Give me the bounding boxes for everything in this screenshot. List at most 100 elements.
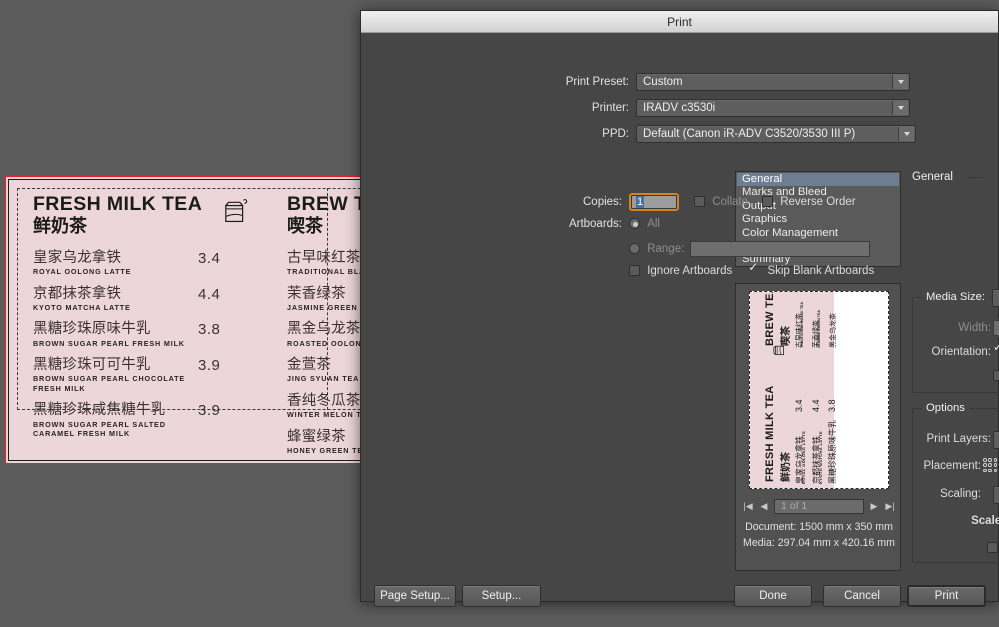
print-dialog[interactable]: Print Print Preset: Custom Printer: IRAD…: [360, 10, 999, 607]
range-radio-button[interactable]: [629, 243, 640, 254]
range-label: Range:: [647, 243, 685, 255]
chevron-down-icon[interactable]: [898, 127, 914, 141]
transverse-checkbox[interactable]: Transverse: [993, 370, 999, 382]
chevron-down-icon[interactable]: [892, 75, 908, 89]
print-preset-label: Print Preset:: [565, 76, 629, 88]
reverse-order-box[interactable]: [762, 196, 774, 207]
print-preset-value: Custom: [643, 76, 683, 88]
ignore-artboards-label: Ignore Artboards: [647, 265, 733, 277]
reverse-order-label: Reverse Order: [780, 196, 856, 208]
dialog-button-row: Page Setup... Setup... Done Cancel Print: [361, 585, 998, 615]
preview-heading-cn: 鲜奶茶: [781, 452, 792, 482]
menu-item-en: KYOTO MATCHA LATTE: [33, 302, 131, 312]
tile-range-box[interactable]: [987, 542, 998, 553]
preview-page-navigation[interactable]: |◀ ◀ 1 of 1 ▶ ▶|: [742, 497, 896, 515]
all-label: All: [647, 218, 660, 230]
ppd-value: Default (Canon iR-ADV C3520/3530 III P): [643, 128, 856, 140]
preview-size-info: Document: 1500 mm x 350 mm Media: 297.04…: [740, 520, 898, 552]
menu-item-en: BROWN SUGAR PEARL SALTED CARAMEL FRESH M…: [33, 419, 166, 439]
menu-item-price: 3.9: [198, 357, 221, 375]
section-item-general[interactable]: General: [737, 173, 899, 187]
menu-item-price: 3.8: [198, 321, 221, 339]
placement-label: Placement:: [923, 460, 981, 472]
print-button[interactable]: Print: [907, 585, 986, 607]
skip-blank-artboards-box[interactable]: [748, 261, 759, 276]
print-preset-select[interactable]: Custom: [636, 73, 910, 91]
menu-item-cn: 黑糖珍珠咸焦糖牛乳: [33, 402, 166, 419]
menu-item: 皇家乌龙拿铁 ROYAL OOLONG LATTE 3.4: [33, 250, 283, 277]
general-divider: [966, 177, 982, 178]
menu-item: 黑糖珍珠可可牛乳 BROWN SUGAR PEARL CHOCOLATE FRE…: [33, 357, 283, 393]
auto-rotate-checkbox[interactable]: Auto-Rotate: [993, 341, 999, 357]
all-radio-button[interactable]: [629, 218, 640, 229]
preview-item-en-2: TRADITIONAL BLACK TEA: [800, 301, 804, 348]
copies-label: Copies:: [583, 196, 622, 208]
auto-rotate-box[interactable]: [993, 341, 999, 356]
chevron-down-icon[interactable]: [892, 101, 908, 115]
skip-blank-artboards-label: Skip Blank Artboards: [767, 265, 875, 277]
artboards-label: Artboards:: [568, 218, 622, 230]
width-input[interactable]: 297.0389 mm: [993, 316, 999, 340]
preview-heading-en: FRESH MILK TEA: [764, 385, 776, 482]
menu-item-cn: 黑糖珍珠可可牛乳: [33, 357, 151, 374]
preview-item-en: KYOTO MATCHA LATTE: [818, 430, 823, 484]
scaling-select[interactable]: Do Not Scale: [993, 486, 999, 504]
media-value: 297.04 mm x 420.16 mm: [777, 536, 895, 549]
menu-column-fresh-milk-tea: FRESH MILK TEA 鲜奶茶 皇家乌龙拿铁 ROYAL OOLONG L…: [33, 194, 283, 448]
skip-blank-artboards-checkbox[interactable]: Skip Blank Artboards: [748, 261, 875, 277]
page-number-value: 1 of 1: [781, 500, 808, 512]
dialog-title: Print: [667, 14, 692, 29]
print-preview-panel[interactable]: FRESH MILK TEA 鲜奶茶 皇家乌龙拿铁 ROYAL OOLONG L…: [735, 283, 901, 571]
media-size-select[interactable]: Defined by Driver: [992, 289, 999, 307]
ignore-artboards-box[interactable]: [629, 265, 640, 276]
orientation-label: Orientation:: [931, 346, 991, 358]
page-setup-button[interactable]: Page Setup...: [374, 585, 456, 607]
milk-carton-icon: [225, 198, 248, 223]
options-label: Options: [922, 402, 969, 414]
menu-item-price: 4.4: [198, 285, 221, 303]
print-layers-label: Print Layers:: [926, 433, 991, 445]
options-group: Options Print Layers: Visible & Printabl…: [912, 402, 999, 563]
menu-item-cn: 京都抹茶拿铁: [33, 285, 122, 302]
collate-box[interactable]: [694, 196, 705, 207]
setup-button[interactable]: Setup...: [462, 585, 541, 607]
general-group-title: General: [912, 171, 953, 183]
printer-select[interactable]: IRADV c3530i: [636, 99, 910, 117]
copies-input[interactable]: 1: [631, 195, 677, 209]
media-size-group: Media Size: Defined by Driver Width: 297…: [912, 289, 999, 393]
done-button[interactable]: Done: [734, 585, 812, 607]
print-layers-select[interactable]: Visible & Printable Layers: [993, 431, 999, 449]
range-input[interactable]: [690, 241, 871, 257]
cancel-button[interactable]: Cancel: [823, 585, 901, 607]
tile-range-checkbox[interactable]: Tile Range:: [987, 542, 999, 554]
artboards-range-radio[interactable]: Range:: [629, 243, 684, 255]
preview-page[interactable]: FRESH MILK TEA 鲜奶茶 皇家乌龙拿铁 ROYAL OOLONG L…: [749, 291, 889, 489]
menu-item-cn: 皇家乌龙拿铁: [33, 249, 122, 266]
reverse-order-checkbox[interactable]: Reverse Order: [762, 196, 856, 208]
ppd-select[interactable]: Default (Canon iR-ADV C3520/3530 III P): [636, 125, 916, 143]
last-page-icon[interactable]: ▶|: [884, 501, 896, 512]
first-page-icon[interactable]: |◀: [742, 501, 754, 512]
page-number-input[interactable]: 1 of 1: [774, 498, 864, 514]
preview-heading-cn-2: 喫茶: [781, 326, 792, 346]
artboards-all-radio[interactable]: All: [629, 218, 660, 230]
preview-item-cn: 黑糖珍珠原味牛乳: [828, 420, 837, 484]
ignore-artboards-checkbox[interactable]: Ignore Artboards: [629, 265, 732, 277]
menu-item-en: BROWN SUGAR PEARL FRESH MILK: [33, 338, 185, 348]
scale-label: Scale:: [971, 515, 999, 527]
previous-page-icon[interactable]: ◀: [758, 501, 770, 512]
preview-heading-en-2: BREW TEA: [764, 291, 776, 346]
placement-grid-icon[interactable]: [983, 458, 998, 473]
ppd-label: PPD:: [602, 128, 629, 140]
menu-item-price: 3.9: [198, 402, 221, 420]
preview-artwork: FRESH MILK TEA 鲜奶茶 皇家乌龙拿铁 ROYAL OOLONG L…: [750, 291, 837, 488]
document-value: 1500 mm x 350 mm: [799, 521, 893, 533]
menu-item-en: BROWN SUGAR PEARL CHOCOLATE FRESH MILK: [33, 374, 186, 393]
collate-checkbox[interactable]: Collate: [694, 196, 748, 208]
preview-item-en: ROYAL OOLONG LATTE: [801, 430, 806, 484]
width-label: Width:: [958, 322, 991, 334]
next-page-icon[interactable]: ▶: [868, 501, 880, 512]
transverse-box[interactable]: [993, 370, 999, 381]
preview-price: 3.8: [827, 399, 837, 412]
menu-item-price: 3.4: [198, 249, 221, 267]
